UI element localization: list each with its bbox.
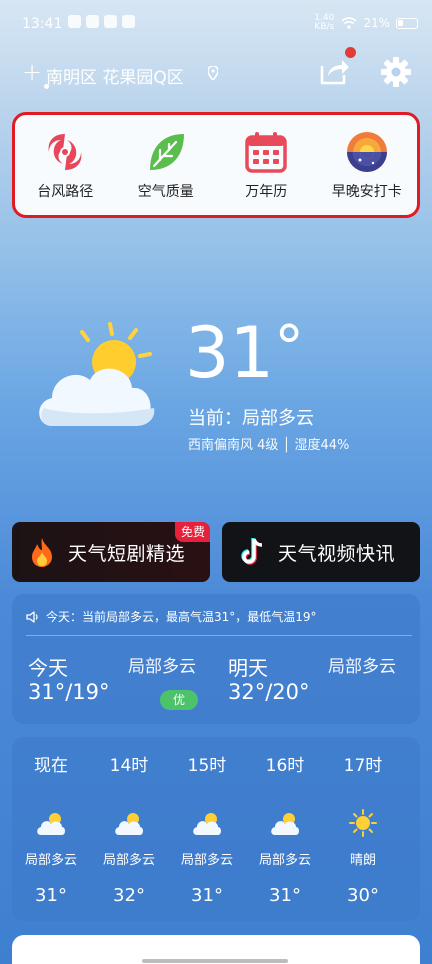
current-temperature: 31° xyxy=(185,312,305,394)
hour-temp: 31° xyxy=(35,885,67,906)
tiktok-icon xyxy=(241,538,263,565)
battery-percent: 21% xyxy=(363,16,390,30)
banner-label: 天气视频快讯 xyxy=(278,542,396,565)
hour-time: 14时 xyxy=(109,756,149,776)
partly-cloudy-icon xyxy=(37,813,65,835)
wifi-icon xyxy=(341,17,357,29)
sun-icon xyxy=(349,809,377,837)
hour-condition: 局部多云 xyxy=(24,853,77,868)
location-bar: + 南明区 花果园Q区 xyxy=(22,47,412,90)
tomorrow-forecast[interactable]: 明天 局部多云 32°/20° xyxy=(228,652,418,712)
quick-action-label: 台风路径 xyxy=(37,183,94,200)
day-name: 今天 xyxy=(28,656,68,680)
aqi-badge: 优 xyxy=(160,690,198,710)
quick-action-air-quality[interactable]: 空气质量 xyxy=(118,130,214,201)
hour-column: 15时 局部多云 31° xyxy=(168,751,246,911)
hour-column: 16时 局部多云 31° xyxy=(246,751,324,911)
hour-temp: 31° xyxy=(269,885,301,906)
battery-icon xyxy=(396,17,418,29)
day-name: 明天 xyxy=(228,656,268,680)
leaf-icon xyxy=(149,133,184,170)
banner-label: 天气短剧精选 xyxy=(68,542,186,565)
gear-icon[interactable] xyxy=(380,56,412,88)
app-notification-icon xyxy=(86,15,99,28)
speaker-icon xyxy=(26,610,38,623)
location-title[interactable]: 南明区 花果园Q区 xyxy=(46,63,184,88)
day-condition: 局部多云 xyxy=(328,657,396,677)
location-pin-icon xyxy=(208,66,218,80)
hour-temp: 30° xyxy=(347,885,379,906)
wind-humidity: 西南偏南风 4级 │ 湿度44% xyxy=(188,438,350,453)
status-time: 13:41 xyxy=(22,16,63,32)
quick-actions-card: 台风路径 空气质量 万年历 早晚安打卡 xyxy=(12,112,420,218)
hour-time: 现在 xyxy=(34,756,68,776)
quick-action-label: 万年历 xyxy=(245,183,288,200)
partly-cloudy-icon xyxy=(193,813,221,835)
day-temp-range: 31°/19° xyxy=(28,680,110,704)
partly-cloudy-icon xyxy=(271,813,299,835)
hour-condition: 局部多云 xyxy=(258,853,311,868)
hour-condition: 局部多云 xyxy=(102,853,155,868)
hour-condition: 晴朗 xyxy=(349,853,376,868)
current-weather: 31° 当前：局部多云 西南偏南风 4级 │ 湿度44% xyxy=(0,318,432,468)
partly-cloudy-icon xyxy=(39,322,155,426)
home-indicator[interactable] xyxy=(142,959,288,963)
hour-time: 17时 xyxy=(343,756,383,776)
hour-column: 现在 局部多云 31° xyxy=(12,751,90,911)
promo-banners: 天气短剧精选 免费 天气视频快讯 xyxy=(12,522,420,582)
current-condition: 当前：局部多云 xyxy=(188,408,314,429)
notification-icons xyxy=(68,15,135,28)
typhoon-icon xyxy=(48,133,82,170)
hour-time: 16时 xyxy=(265,756,305,776)
summary-text: 今天：当前局部多云，最高气温31°，最低气温19° xyxy=(46,610,317,624)
daily-forecast-card[interactable]: 今天：当前局部多云，最高气温31°，最低气温19° 今天 局部多云 31°/19… xyxy=(12,594,420,724)
day-temp-range: 32°/20° xyxy=(228,680,310,704)
status-bar: 13:41 1.40 KB/s 21% xyxy=(0,0,432,48)
hour-column: 14时 局部多云 32° xyxy=(90,751,168,911)
weather-summary[interactable]: 今天：当前局部多云，最高气温31°，最低气温19° xyxy=(26,608,317,625)
quick-action-typhoon[interactable]: 台风路径 xyxy=(17,130,113,201)
system-indicators: 1.40 KB/s 21% xyxy=(313,14,418,32)
hour-temp: 32° xyxy=(113,885,145,906)
app-notification-icon xyxy=(122,15,135,28)
notification-dot xyxy=(345,47,356,58)
hourly-forecast-card[interactable]: 现在 局部多云 31° 14时 局部多云 32° 15时 局部多云 31° 16… xyxy=(12,737,420,921)
day-condition: 局部多云 xyxy=(128,657,196,677)
sun-moon-icon xyxy=(346,131,387,172)
network-speed: 1.40 KB/s xyxy=(314,13,335,32)
video-banner[interactable]: 天气视频快讯 xyxy=(222,522,420,582)
quick-action-label: 早晚安打卡 xyxy=(331,183,402,200)
plus-icon[interactable]: + xyxy=(22,60,42,84)
bottom-sheet[interactable] xyxy=(12,935,420,964)
flame-icon xyxy=(32,538,52,567)
hour-time: 15时 xyxy=(187,756,227,776)
hour-condition: 局部多云 xyxy=(180,853,233,868)
divider xyxy=(26,635,412,636)
calendar-icon xyxy=(245,131,287,173)
page-indicator xyxy=(44,84,49,89)
hour-column: 17时 晴朗 30° xyxy=(324,751,402,911)
share-icon[interactable] xyxy=(318,56,350,86)
free-badge: 免费 xyxy=(174,522,210,542)
drama-banner[interactable]: 天气短剧精选 免费 xyxy=(12,522,210,582)
hour-temp: 31° xyxy=(191,885,223,906)
quick-action-checkin[interactable]: 早晚安打卡 xyxy=(319,130,415,201)
quick-action-calendar[interactable]: 万年历 xyxy=(218,130,314,201)
app-notification-icon xyxy=(104,15,117,28)
app-notification-icon xyxy=(68,15,81,28)
quick-action-label: 空气质量 xyxy=(137,183,194,200)
partly-cloudy-icon xyxy=(115,813,143,835)
